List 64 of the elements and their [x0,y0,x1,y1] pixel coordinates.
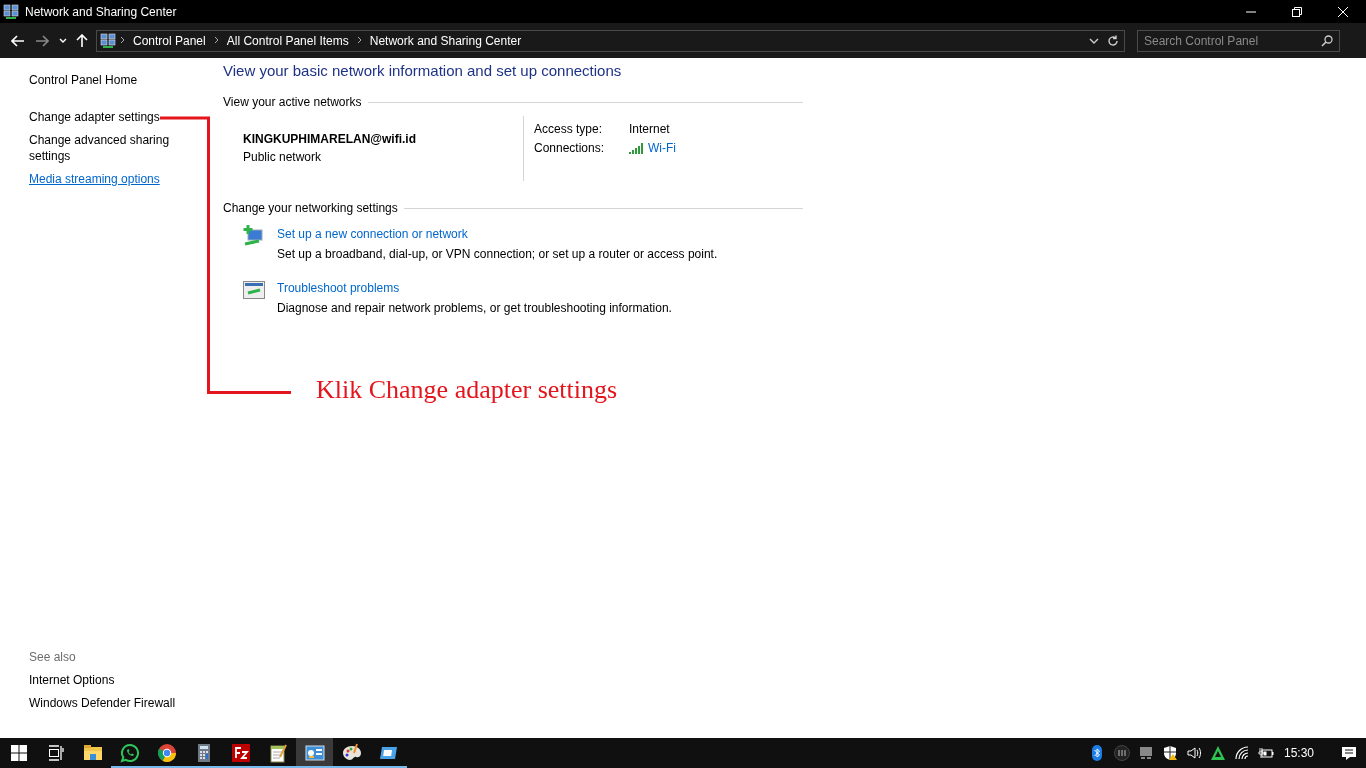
notepad-icon [267,743,288,763]
monitor-icon[interactable] [1137,745,1154,761]
task-link[interactable]: Troubleshoot problems [277,278,672,298]
field-label: Connections: [534,140,606,156]
speaker-icon[interactable] [1185,745,1202,761]
refresh-icon[interactable] [1107,34,1119,47]
taskbar-app[interactable] [296,738,333,768]
field-label: Access type: [534,121,604,137]
connection-link[interactable]: Wi-Fi [648,140,676,156]
windows-logo-icon [11,745,27,761]
right-arrow-icon [35,34,49,47]
browser-icon [156,743,177,763]
speech-bubble-icon [1341,745,1357,761]
chevron-icon [213,36,219,44]
chat-bubble-icon [119,743,140,763]
up-arrow-icon [76,33,88,48]
network-category[interactable]: Public network [243,148,523,166]
sidebar-link[interactable]: Change advanced sharing settings [29,132,174,164]
shield-warning-icon[interactable] [1161,745,1178,761]
triangle-logo-icon[interactable] [1209,745,1226,761]
task-link[interactable]: Set up a new connection or network [277,224,718,244]
address-bar[interactable]: Control Panel All Control Panel Items Network and Sharing Center [96,29,1125,52]
search-box[interactable]: Search Control Panel [1137,29,1340,52]
app-logo-icon [230,743,251,763]
section-title: View your active networks [223,94,362,110]
window-title: Network and Sharing Center [25,4,178,19]
left-arrow-icon [11,34,25,47]
close-icon [1338,6,1348,17]
see-also-link[interactable]: Internet Options [29,672,223,688]
wifi-icon[interactable] [1233,745,1250,761]
network-plus-icon [242,224,266,248]
signal-bars-icon [629,142,644,154]
troubleshoot-window-icon [242,278,266,302]
chevron-icon [120,36,125,44]
page-heading: View your basic network information and set up connections [223,62,623,80]
task-view-icon [48,745,64,761]
network-name: KINGKUPHIMARELAN@wifi.id [243,131,418,148]
battery-charging-icon[interactable] [1257,745,1274,761]
window-icon [304,743,325,763]
sidebar-link[interactable]: Media streaming options [29,171,174,187]
breadcrumb[interactable]: All Control Panel Items [222,33,353,48]
breadcrumb[interactable]: Network and Sharing Center [365,33,526,48]
dropdown-icon[interactable] [1089,37,1099,44]
network-icon [100,32,116,49]
search-field[interactable]: Search Control Panel [1144,33,1321,48]
restore-icon [1292,6,1302,17]
circle-logo-icon[interactable] [1113,745,1130,761]
network-icon [3,3,19,20]
see-also-heading: See also [29,649,77,665]
field-value: Internet [629,121,671,137]
palette-icon [341,743,362,763]
breadcrumb[interactable]: Control Panel [129,33,210,48]
chevron-down-icon [59,37,67,44]
sidebar-link[interactable]: Control Panel Home [29,72,174,88]
annotation-text: Klik Change adapter settings [316,375,618,405]
sidebar-link[interactable]: Change adapter settings [29,109,174,125]
task-description: Diagnose and repair network problems, or get troubleshooting information. [277,300,672,317]
chevron-icon [356,36,362,44]
task-description: Set up a broadband, dial-up, or VPN connection; or set up a router or access point. [277,246,718,263]
section-title: Change your networking settings [223,200,398,216]
clock[interactable]: 15:30 [1277,746,1332,760]
folder-icon [82,743,103,763]
search-icon [1321,34,1333,47]
see-also-link[interactable]: Windows Defender Firewall [29,695,223,711]
